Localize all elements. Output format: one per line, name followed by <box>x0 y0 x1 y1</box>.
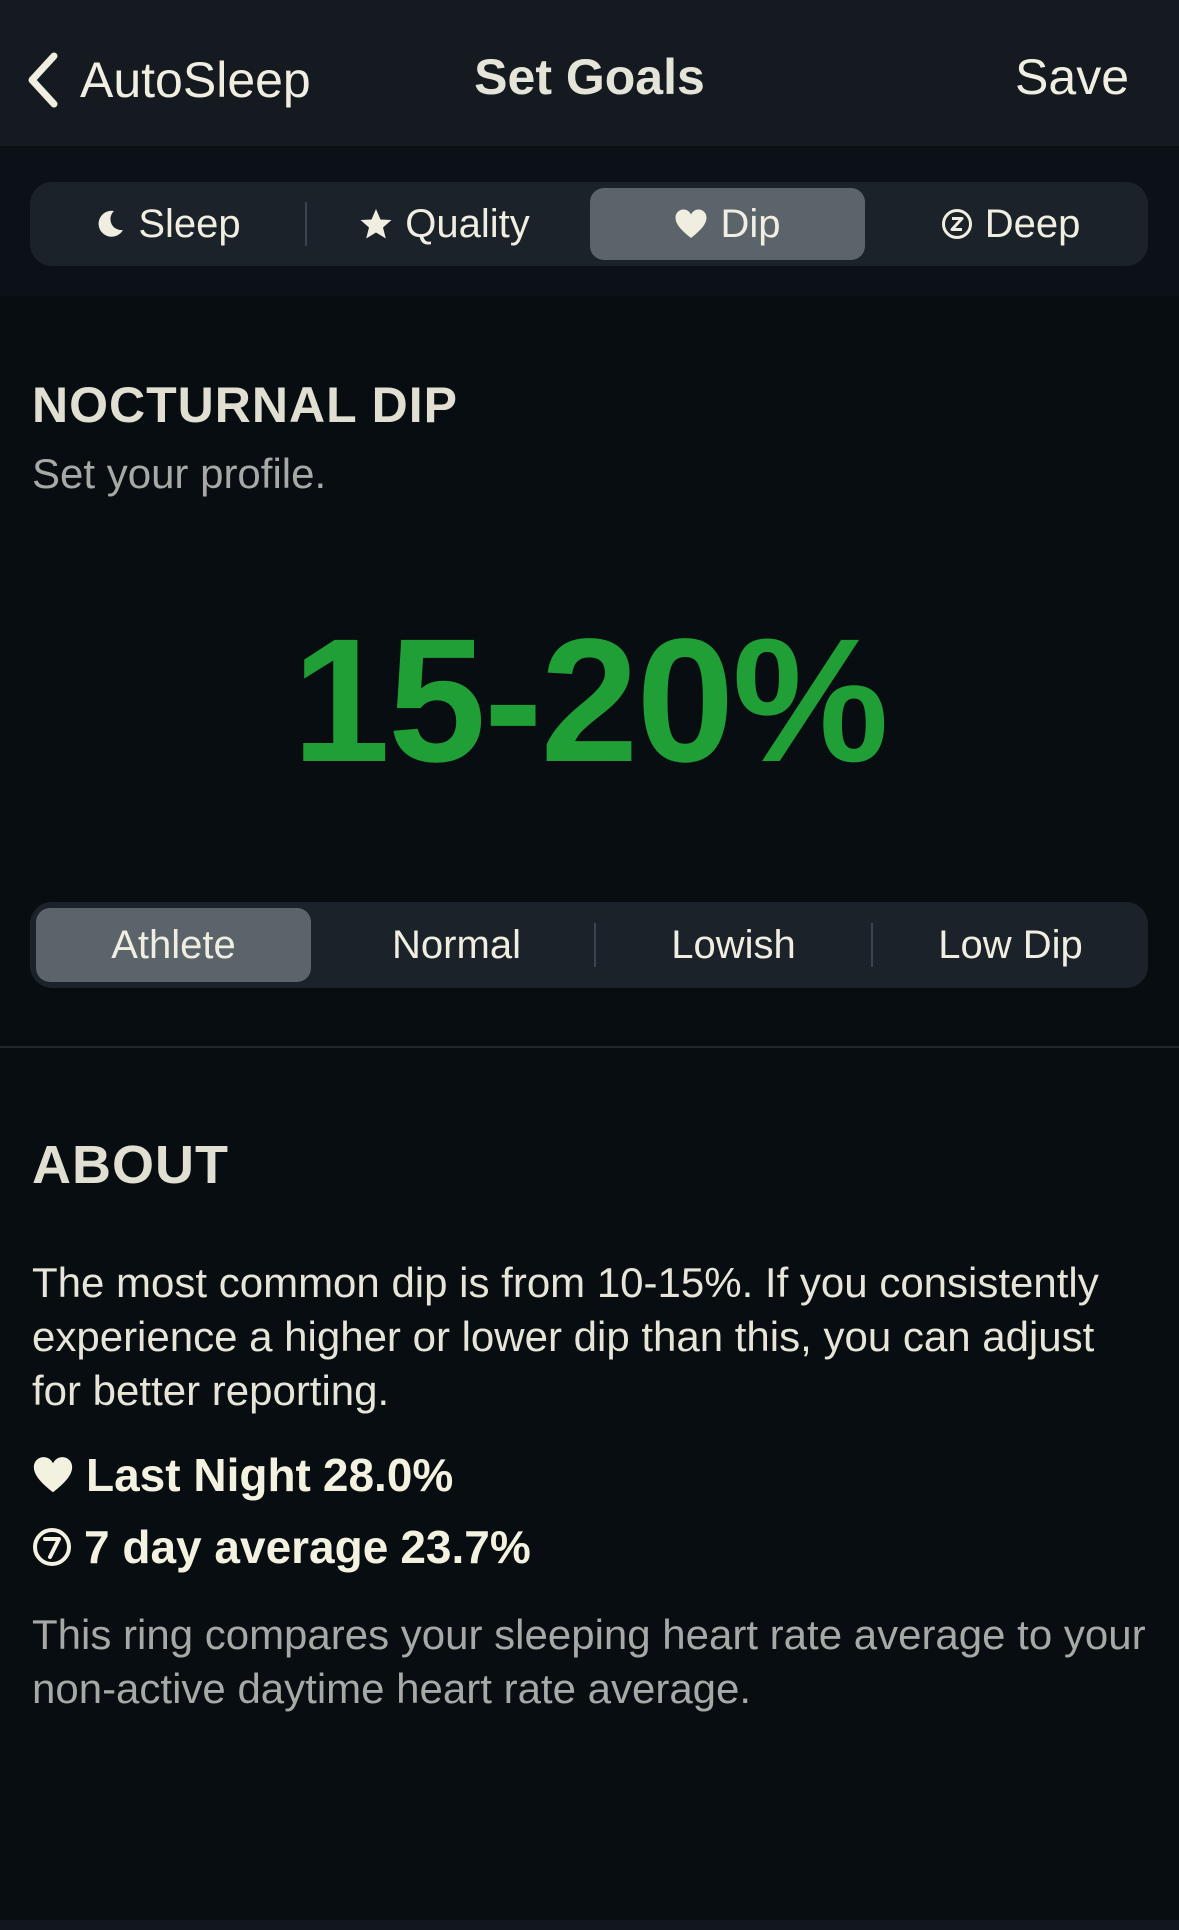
page-title: Set Goals <box>474 49 705 105</box>
ring-explanation: This ring compares your sleeping heart r… <box>32 1611 1146 1712</box>
last-night-stat: Last Night 28.0% <box>32 1448 453 1502</box>
tab-dip-label: Dip <box>720 201 781 246</box>
last-night-label: Last Night <box>86 1449 311 1501</box>
seven-day-average-value: 23.7% <box>400 1521 531 1573</box>
profile-athlete[interactable]: Athlete <box>36 908 311 982</box>
heart-icon <box>32 1455 74 1495</box>
section-divider <box>0 1046 1179 1048</box>
tab-dip[interactable]: Dip <box>590 188 865 260</box>
section-subtitle: Set your profile. <box>32 450 327 497</box>
profile-lowish[interactable]: Lowish <box>596 902 871 988</box>
bottom-edge <box>0 1920 1179 1930</box>
save-button[interactable]: Save <box>1015 48 1129 106</box>
tab-deep-label: Deep <box>984 201 1081 246</box>
profile-low-dip[interactable]: Low Dip <box>873 902 1148 988</box>
profile-normal-label: Normal <box>392 922 521 967</box>
moon-icon <box>94 208 126 240</box>
circled-z-icon <box>941 208 973 240</box>
tab-sleep[interactable]: Sleep <box>30 182 305 266</box>
about-body: The most common dip is from 10-15%. If y… <box>32 1259 1099 1414</box>
profile-selector: Athlete Normal Lowish Low Dip <box>30 902 1148 988</box>
dip-goal-value: 15-20% <box>292 603 889 799</box>
profile-low-dip-label: Low Dip <box>938 922 1083 967</box>
tab-quality[interactable]: Quality <box>307 182 582 266</box>
profile-lowish-label: Lowish <box>671 922 796 967</box>
navigation-bar: AutoSleep Set Goals Save <box>0 0 1179 148</box>
tab-quality-label: Quality <box>405 201 530 246</box>
profile-normal[interactable]: Normal <box>319 902 594 988</box>
star-icon <box>359 207 393 241</box>
about-title: ABOUT <box>32 1135 229 1195</box>
circled-seven-icon <box>32 1527 72 1567</box>
tab-sleep-label: Sleep <box>138 201 241 246</box>
tab-deep[interactable]: Deep <box>873 182 1148 266</box>
seven-day-average-stat: 7 day average 23.7% <box>32 1520 531 1574</box>
section-title: NOCTURNAL DIP <box>32 377 458 433</box>
last-night-value: 28.0% <box>322 1449 454 1501</box>
goal-type-tabs: Sleep Quality Dip Deep <box>30 182 1148 266</box>
heart-icon <box>674 208 708 240</box>
profile-athlete-label: Athlete <box>111 922 236 967</box>
seven-day-average-label: 7 day average <box>84 1521 389 1573</box>
